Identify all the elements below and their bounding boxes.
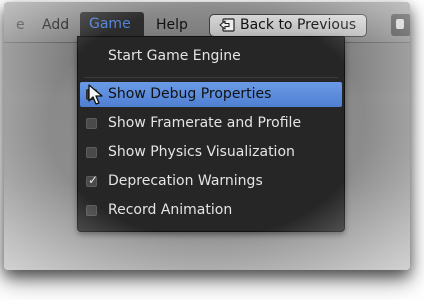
mouse-pointer-icon <box>88 84 103 105</box>
menu-item-show-framerate[interactable]: Show Framerate and Profile <box>78 111 344 136</box>
menu-add[interactable]: Add <box>42 17 69 33</box>
editor-type-icon[interactable] <box>391 14 410 36</box>
menu-item-deprecation-warnings[interactable]: ✓ Deprecation Warnings <box>78 169 344 194</box>
menu-item-label: Deprecation Warnings <box>108 173 263 189</box>
checkbox-unchecked[interactable] <box>86 147 97 158</box>
menu-help[interactable]: Help <box>156 17 188 33</box>
checkmark-icon: ✓ <box>88 173 99 187</box>
back-to-previous-button[interactable]: Back to Previous <box>209 14 367 37</box>
menu-item-label: Record Animation <box>108 202 233 218</box>
menu-item-start-game-engine[interactable]: Start Game Engine <box>78 44 344 69</box>
menu-separator <box>84 77 338 78</box>
menu-game[interactable]: Game <box>80 12 144 36</box>
back-arrow-icon <box>219 18 235 32</box>
checkbox-checked[interactable]: ✓ <box>86 173 99 187</box>
menu-item-label: Show Physics Visualization <box>108 144 295 160</box>
menu-item-label: Start Game Engine <box>108 48 241 64</box>
menu-item-show-physics-visualization[interactable]: Show Physics Visualization <box>78 140 344 165</box>
menu-item-record-animation[interactable]: Record Animation <box>78 198 344 223</box>
back-to-previous-label: Back to Previous <box>240 17 357 33</box>
menu-item-label: Show Framerate and Profile <box>108 115 302 131</box>
menu-item-label: Show Debug Properties <box>108 86 272 102</box>
game-menu-dropdown: Start Game Engine ✓ Show Debug Propertie… <box>77 36 345 232</box>
menu-view-fragment[interactable]: e <box>16 17 25 33</box>
menu-item-show-debug-properties[interactable]: ✓ Show Debug Properties <box>80 82 342 107</box>
checkbox-unchecked[interactable] <box>86 205 97 216</box>
checkbox-unchecked[interactable] <box>86 118 97 129</box>
screenshot-frame: e Add Game Help Back to Previous Start G… <box>4 2 410 270</box>
